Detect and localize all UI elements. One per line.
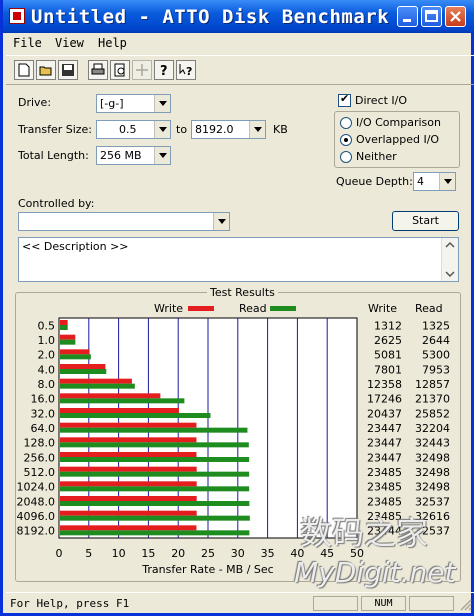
category-label: 4.0 xyxy=(38,363,56,376)
x-tick-label: 10 xyxy=(112,547,126,560)
read-bar xyxy=(60,486,250,492)
write-value: 2625 xyxy=(374,334,402,347)
write-value: 23447 xyxy=(367,451,402,464)
read-bar xyxy=(60,442,249,448)
read-value: 32498 xyxy=(415,466,450,479)
write-bar xyxy=(60,334,76,340)
status-num: NUM xyxy=(361,596,406,611)
x-tick-label: 15 xyxy=(141,547,155,560)
write-value: 23447 xyxy=(367,437,402,450)
category-label: 0.5 xyxy=(38,319,56,332)
watermark-cn: 数码之家 xyxy=(300,514,429,552)
read-value: 25852 xyxy=(415,407,450,420)
read-bar xyxy=(60,383,135,389)
write-bar xyxy=(60,496,197,501)
read-value: 32204 xyxy=(415,422,450,435)
read-value: 32498 xyxy=(415,451,450,464)
write-value: 7801 xyxy=(374,363,402,376)
write-bar xyxy=(60,378,132,384)
x-tick-label: 35 xyxy=(261,547,275,560)
status-help-text: For Help, press F1 xyxy=(10,597,130,610)
category-label: 1024.0 xyxy=(17,481,56,494)
write-bar xyxy=(60,481,197,487)
x-tick-label: 20 xyxy=(171,547,185,560)
write-bar xyxy=(60,422,197,428)
write-bar xyxy=(60,452,197,457)
x-axis-title: Transfer Rate - MB / Sec xyxy=(141,563,273,576)
x-tick-label: 0 xyxy=(56,547,63,560)
write-value: 23485 xyxy=(367,466,402,479)
write-bar xyxy=(60,466,197,472)
write-bar xyxy=(60,408,179,413)
read-value: 5300 xyxy=(422,349,450,362)
write-value: 5081 xyxy=(374,349,402,362)
category-label: 128.0 xyxy=(24,437,56,450)
resize-grip-icon[interactable] xyxy=(458,597,472,611)
read-bar xyxy=(60,471,250,477)
category-label: 32.0 xyxy=(31,407,56,420)
read-bar xyxy=(60,339,76,345)
app-window: Untitled - ATTO Disk Benchmark File View… xyxy=(0,0,474,616)
status-panel-3 xyxy=(409,596,454,611)
read-bar xyxy=(60,354,91,360)
category-label: 512.0 xyxy=(24,466,56,479)
read-bar xyxy=(60,515,250,521)
read-value: 21370 xyxy=(415,393,450,406)
read-bar xyxy=(60,369,107,374)
write-value: 23485 xyxy=(367,481,402,494)
category-label: 64.0 xyxy=(31,422,56,435)
transfer-rate-chart: 0 5 10 15 20 25 30 35 40 45 50Transfer Rate - MB /… xyxy=(17,317,450,576)
read-value: 32498 xyxy=(415,481,450,494)
category-label: 2048.0 xyxy=(17,495,56,508)
read-bar xyxy=(60,398,185,404)
x-tick-label: 30 xyxy=(231,547,245,560)
read-bar xyxy=(60,457,250,462)
category-label: 8192.0 xyxy=(17,525,56,538)
category-label: 256.0 xyxy=(24,451,56,464)
read-bar xyxy=(60,530,250,536)
x-tick-label: 25 xyxy=(201,547,215,560)
write-value: 1312 xyxy=(374,319,402,332)
write-bar xyxy=(60,525,197,531)
category-label: 8.0 xyxy=(38,378,56,391)
status-bar: For Help, press F1 NUM xyxy=(6,592,474,614)
watermark-site: MyDigit.net xyxy=(294,556,456,589)
write-bar xyxy=(60,349,90,355)
write-value: 23485 xyxy=(367,495,402,508)
x-tick-label: 5 xyxy=(85,547,92,560)
read-value: 32537 xyxy=(415,495,450,508)
read-value: 12857 xyxy=(415,378,450,391)
category-label: 1.0 xyxy=(38,334,56,347)
write-bar xyxy=(60,320,68,325)
read-value: 1325 xyxy=(422,319,450,332)
category-label: 4096.0 xyxy=(17,510,56,523)
write-value: 23447 xyxy=(367,422,402,435)
write-value: 12358 xyxy=(367,378,402,391)
read-bar xyxy=(60,325,68,330)
write-bar xyxy=(60,364,106,369)
status-panel-1 xyxy=(313,596,358,611)
category-label: 2.0 xyxy=(38,349,56,362)
category-label: 16.0 xyxy=(31,393,56,406)
write-bar xyxy=(60,510,197,516)
read-value: 7953 xyxy=(422,363,450,376)
read-value: 32443 xyxy=(415,437,450,450)
read-bar xyxy=(60,413,211,418)
read-bar xyxy=(60,501,250,506)
write-bar xyxy=(60,437,197,443)
write-bar xyxy=(60,393,161,399)
read-bar xyxy=(60,427,248,433)
write-value: 17246 xyxy=(367,393,402,406)
write-value: 20437 xyxy=(367,407,402,420)
read-value: 2644 xyxy=(422,334,450,347)
